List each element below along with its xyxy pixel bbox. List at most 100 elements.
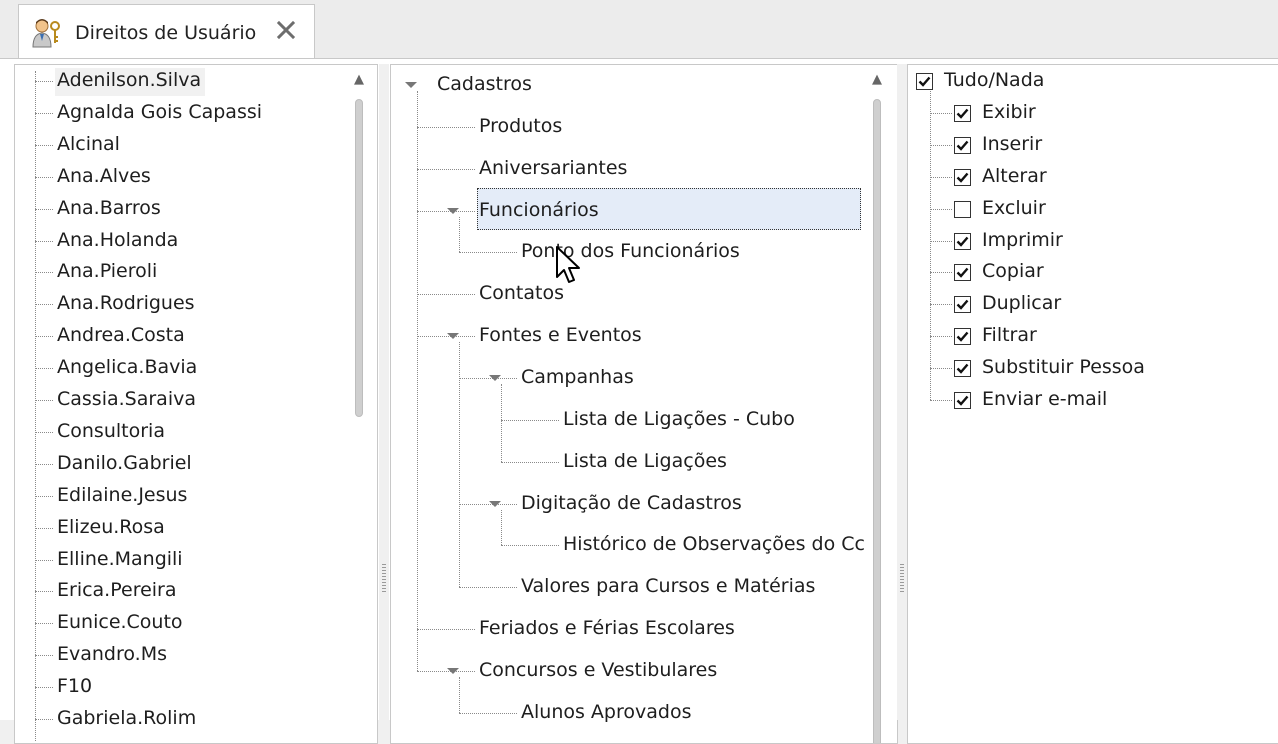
user-item[interactable]: Andrea.Costa (57, 324, 185, 346)
user-item[interactable]: Evandro.Ms (57, 643, 167, 665)
module-item[interactable]: Aniversariantes (479, 157, 627, 179)
module-item[interactable]: Campanhas (521, 366, 634, 388)
scroll-up-arrow-icon[interactable]: ▲ (352, 73, 366, 87)
module-item[interactable]: Funcionários (479, 199, 599, 221)
user-item[interactable]: Danilo.Gabriel (57, 452, 192, 474)
user-item[interactable]: Eunice.Couto (57, 611, 183, 633)
modules-scrollbar[interactable]: ▲ (868, 65, 886, 743)
tab-title: Direitos de Usuário (75, 22, 257, 44)
checkbox-permission[interactable] (954, 264, 971, 282)
tree-connector (930, 176, 952, 178)
tree-connector (930, 144, 952, 146)
scroll-up-arrow-icon[interactable]: ▲ (870, 73, 884, 87)
tree-connector (35, 112, 53, 114)
module-item[interactable]: Valores para Cursos e Matérias (521, 575, 815, 597)
tree-line (417, 91, 418, 671)
users-scrollbar[interactable]: ▲ (350, 65, 368, 743)
users-scroll-thumb[interactable] (355, 99, 363, 417)
user-item[interactable]: Elizeu.Rosa (57, 516, 165, 538)
tree-connector (417, 126, 475, 128)
module-item[interactable]: Concursos e Vestibulares (479, 659, 717, 681)
module-item[interactable]: Contatos (479, 282, 564, 304)
permission-label: Excluir (982, 196, 1046, 219)
tree-connector (417, 629, 475, 631)
user-item[interactable]: Cassia.Saraiva (57, 388, 196, 410)
user-item[interactable]: F10 (57, 675, 92, 697)
close-icon[interactable] (275, 19, 297, 41)
module-item[interactable]: Cadastros (437, 73, 532, 95)
permissions-tree[interactable]: Tudo/Nada Exibir Inserir Alterar Excluir Impr… (907, 64, 1278, 744)
permission-label: Substituir Pessoa (982, 356, 1145, 379)
expand-arrow-icon[interactable] (447, 333, 459, 340)
splitter-right[interactable] (897, 64, 907, 720)
module-item[interactable]: Ponto dos Funcionários (521, 240, 740, 262)
tree-connector (930, 240, 952, 242)
tab-direitos-de-usuario[interactable]: Direitos de Usuário (18, 4, 315, 60)
checkbox-permission[interactable] (954, 328, 971, 346)
checkbox-permission[interactable] (954, 296, 971, 314)
modules-tree[interactable]: ▲ Cadastros Produtos Aniversariantes Funcio… (390, 64, 898, 744)
module-item[interactable]: Fontes e Eventos (479, 324, 642, 346)
checkbox-tudo-nada[interactable] (916, 73, 933, 90)
module-item[interactable]: Lista de Ligações (563, 450, 727, 472)
tree-line (501, 383, 502, 462)
checkbox-permission[interactable] (954, 200, 971, 218)
user-item[interactable]: Consultoria (57, 420, 165, 442)
permission-label: Inserir (982, 132, 1043, 155)
splitter-grip[interactable] (900, 564, 904, 594)
module-item[interactable]: Feriados e Férias Escolares (479, 617, 735, 639)
checkbox-permission[interactable] (954, 168, 971, 186)
module-item[interactable]: Histórico de Observações do Cc (563, 533, 865, 555)
tree-connector (35, 463, 53, 465)
users-tree[interactable]: ▲ Adenilson.Silva Agnalda Gois Capassi Alc… (14, 64, 378, 744)
expand-arrow-icon[interactable] (489, 374, 501, 381)
tree-connector (35, 176, 53, 178)
tree-connector (417, 336, 475, 338)
expand-arrow-icon[interactable] (447, 207, 459, 214)
user-item[interactable]: Ana.Pieroli (57, 260, 157, 282)
checkbox-permission[interactable] (954, 360, 971, 378)
checkbox-permission[interactable] (954, 392, 971, 409)
module-item[interactable]: Alunos Aprovados (521, 701, 691, 723)
tree-connector (35, 431, 53, 433)
splitter-left[interactable] (379, 64, 389, 720)
user-item[interactable]: Angelica.Bavia (57, 356, 197, 378)
user-item[interactable]: Ana.Rodrigues (57, 292, 195, 314)
user-item[interactable]: Elline.Mangili (57, 548, 183, 570)
splitter-grip[interactable] (382, 564, 386, 594)
checkbox-permission[interactable] (954, 232, 971, 250)
expand-arrow-icon[interactable] (405, 82, 417, 88)
module-item[interactable]: Produtos (479, 115, 562, 137)
tree-connector (35, 81, 53, 82)
tree-connector (459, 377, 517, 379)
tree-connector (930, 112, 952, 114)
tree-connector (35, 623, 53, 625)
user-item[interactable]: Ana.Holanda (57, 229, 178, 251)
tree-connector (417, 294, 475, 296)
user-item[interactable]: Adenilson.Silva (57, 69, 201, 91)
user-item[interactable]: Ana.Alves (57, 165, 151, 187)
user-item[interactable]: Alcinal (57, 133, 120, 155)
user-item[interactable]: Gabriela.Rolim (57, 707, 196, 729)
modules-scroll-thumb[interactable] (873, 99, 881, 743)
tree-connector (930, 304, 952, 306)
tree-connector (35, 208, 53, 210)
permission-label: Exibir (982, 100, 1036, 123)
checkbox-permission[interactable] (954, 104, 971, 122)
user-item[interactable]: Edilaine.Jesus (57, 484, 187, 506)
expand-arrow-icon[interactable] (447, 667, 459, 674)
permission-label: Filtrar (982, 324, 1037, 347)
users-key-icon (32, 17, 62, 49)
tree-connector (501, 545, 559, 547)
tree-connector (35, 527, 53, 529)
module-item[interactable]: Lista de Ligações - Cubo (563, 408, 795, 430)
module-item[interactable]: Digitação de Cadastros (521, 492, 742, 514)
expand-arrow-icon[interactable] (489, 500, 501, 507)
user-item[interactable]: Ana.Barros (57, 197, 161, 219)
tree-connector (35, 687, 53, 689)
permission-label: Copiar (982, 260, 1044, 283)
user-item[interactable]: Erica.Pereira (57, 579, 177, 601)
checkbox-permission[interactable] (954, 136, 971, 154)
tree-line (501, 509, 502, 546)
user-item[interactable]: Agnalda Gois Capassi (57, 101, 262, 123)
